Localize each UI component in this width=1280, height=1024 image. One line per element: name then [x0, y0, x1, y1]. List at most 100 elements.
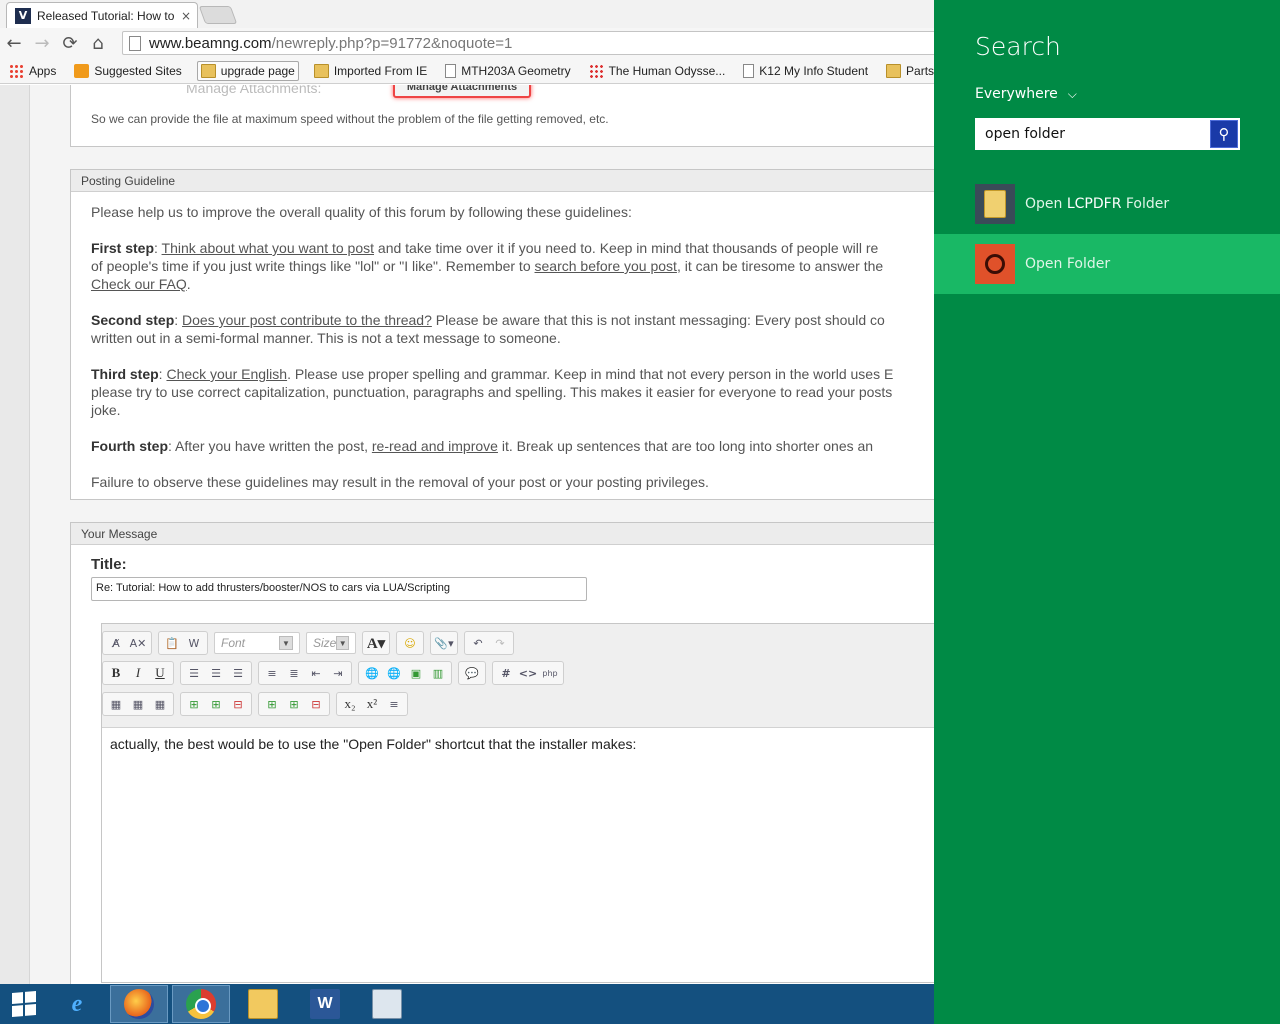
- bookmark-mth203a[interactable]: MTH203A Geometry: [442, 62, 573, 80]
- table-delete-icon[interactable]: ▦: [149, 694, 171, 714]
- align-left-icon[interactable]: ☰: [183, 663, 205, 683]
- bookmark-upgrade-page[interactable]: upgrade page: [196, 60, 299, 81]
- search-button-icon[interactable]: ⚲: [1210, 120, 1238, 148]
- align-right-icon[interactable]: ☰: [227, 663, 249, 683]
- page-icon: [743, 63, 755, 78]
- list-group: ≡ ≣ ⇤ ⇥: [258, 661, 352, 685]
- column-group: ⊞ ⊞ ⊟: [258, 692, 330, 716]
- url-path: /newreply.php?p=91772&noquote=1: [271, 34, 513, 52]
- search-result-lcpdfr-folder[interactable]: Open LCPDFR Folder: [934, 174, 1280, 234]
- insert-row-above-icon[interactable]: ⊞: [183, 694, 205, 714]
- contribute-link[interactable]: Does your post contribute to the thread?: [182, 312, 432, 328]
- attach-icon[interactable]: 📎▾: [433, 633, 455, 653]
- browser-tab[interactable]: V Released Tutorial: How to ×: [6, 2, 198, 28]
- ordered-list-icon[interactable]: ≡: [261, 663, 283, 683]
- reload-button[interactable]: ⟳: [56, 29, 84, 57]
- taskbar-calculator[interactable]: [358, 985, 416, 1023]
- insert-video-icon[interactable]: ▥: [427, 663, 449, 683]
- guideline-step-2: Second step: Does your post contribute t…: [91, 312, 885, 346]
- redo-icon[interactable]: ↷: [489, 633, 511, 653]
- forward-button[interactable]: →: [28, 29, 56, 57]
- hash-icon[interactable]: #: [495, 663, 517, 683]
- tab-close-icon[interactable]: ×: [181, 9, 191, 23]
- table-edit-icon[interactable]: ▦: [127, 694, 149, 714]
- insert-link-icon[interactable]: 🌐: [361, 663, 383, 683]
- start-button[interactable]: [0, 984, 48, 1024]
- manage-attachments-button[interactable]: Manage Attachments: [393, 85, 531, 98]
- taskbar-firefox[interactable]: [110, 985, 168, 1023]
- taskbar-chrome[interactable]: [172, 985, 230, 1023]
- unordered-list-icon[interactable]: ≣: [283, 663, 305, 683]
- posting-guideline-panel: Posting Guideline Please help us to impr…: [70, 169, 934, 500]
- remove-format-icon[interactable]: A̸: [105, 633, 127, 653]
- code-group: # <> php: [492, 661, 564, 685]
- bookmark-human-odyssey[interactable]: The Human Odysse...: [586, 62, 729, 80]
- table-icon[interactable]: ▦: [105, 694, 127, 714]
- guideline-footer: Failure to observe these guidelines may …: [91, 474, 709, 490]
- code-icon[interactable]: <>: [517, 663, 539, 683]
- bookmark-suggested-sites[interactable]: Suggested Sites: [71, 62, 184, 80]
- bookmark-imported-from-ie[interactable]: Imported From IE: [311, 62, 430, 80]
- align-group: ☰ ☰ ☰: [180, 661, 252, 685]
- smilie-icon[interactable]: ☺: [399, 633, 421, 653]
- guideline-step-3: Third step: Check your English. Please u…: [91, 366, 894, 418]
- chevron-down-icon: ▼: [336, 636, 349, 650]
- result-label: Open LCPDFR Folder: [1025, 196, 1170, 212]
- folder-icon: [886, 63, 902, 78]
- superscript-icon[interactable]: x²: [361, 694, 383, 714]
- underline-icon[interactable]: U: [149, 663, 171, 683]
- title-input[interactable]: Re: Tutorial: How to add thrusters/boost…: [91, 577, 587, 601]
- search-box[interactable]: open folder ⚲: [975, 118, 1240, 150]
- align-center-icon[interactable]: ☰: [205, 663, 227, 683]
- subscript-icon[interactable]: x₂: [339, 694, 361, 714]
- url-host: www.beamng.com: [149, 34, 272, 52]
- firefox-icon: [124, 989, 154, 1019]
- search-scope-dropdown[interactable]: Everywhere ⌵: [975, 86, 1077, 102]
- editor-toolbar-row-2: B I U ☰ ☰ ☰ ≡ ≣ ⇤ ⇥ 🌐 🌐 ▣ ▥ 💬 # <> php: [102, 660, 570, 686]
- think-link[interactable]: Think about what you want to post: [162, 240, 374, 256]
- message-body[interactable]: actually, the best would be to use the "…: [110, 736, 636, 752]
- paste-word-icon[interactable]: W: [183, 633, 205, 653]
- back-button[interactable]: ←: [0, 29, 28, 57]
- clear-format-icon[interactable]: A✕: [127, 633, 149, 653]
- size-select[interactable]: Size ▼: [306, 632, 356, 654]
- remove-link-icon[interactable]: 🌐: [383, 663, 405, 683]
- delete-row-icon[interactable]: ⊟: [227, 694, 249, 714]
- bookmark-apps[interactable]: Apps: [6, 62, 59, 80]
- home-button[interactable]: ⌂: [84, 29, 112, 57]
- insert-col-right-icon[interactable]: ⊞: [283, 694, 305, 714]
- search-input[interactable]: open folder: [977, 126, 1210, 142]
- smilie-group: ☺: [396, 631, 424, 655]
- taskbar-word[interactable]: W: [296, 985, 354, 1023]
- italic-icon[interactable]: I: [127, 663, 149, 683]
- delete-col-icon[interactable]: ⊟: [305, 694, 327, 714]
- attach-group: 📎▾: [430, 631, 458, 655]
- indent-icon[interactable]: ⇥: [327, 663, 349, 683]
- bold-icon[interactable]: B: [105, 663, 127, 683]
- bookmark-parts[interactable]: Parts For My: [883, 62, 934, 80]
- horizontal-rule-icon[interactable]: ≡: [383, 694, 405, 714]
- english-link[interactable]: Check your English: [166, 366, 287, 382]
- search-result-open-folder[interactable]: Open Folder: [934, 234, 1280, 294]
- reread-link[interactable]: re-read and improve: [372, 438, 498, 454]
- attachments-panel: Manage Attachments: Manage Attachments S…: [70, 85, 934, 147]
- quote-icon[interactable]: 💬: [461, 663, 483, 683]
- outdent-icon[interactable]: ⇤: [305, 663, 327, 683]
- php-icon[interactable]: php: [539, 663, 561, 683]
- address-bar[interactable]: www.beamng.com/newreply.php?p=91772&noqu…: [122, 31, 934, 55]
- undo-icon[interactable]: ↶: [467, 633, 489, 653]
- text-color-icon[interactable]: A▾: [365, 633, 387, 653]
- search-before-post-link[interactable]: search before you post: [535, 258, 677, 274]
- new-tab-button[interactable]: [198, 6, 238, 24]
- insert-row-below-icon[interactable]: ⊞: [205, 694, 227, 714]
- insert-col-left-icon[interactable]: ⊞: [261, 694, 283, 714]
- insert-image-icon[interactable]: ▣: [405, 663, 427, 683]
- taskbar-file-explorer[interactable]: [234, 985, 292, 1023]
- page-content: Manage Attachments: Manage Attachments S…: [0, 85, 934, 984]
- taskbar-internet-explorer[interactable]: e: [48, 985, 106, 1023]
- font-select[interactable]: Font ▼: [214, 632, 300, 654]
- guideline-step-4: Fourth step: After you have written the …: [91, 438, 874, 454]
- faq-link[interactable]: Check our FAQ: [91, 276, 187, 292]
- bookmark-k12[interactable]: K12 My Info Student: [740, 62, 871, 80]
- paste-icon[interactable]: 📋: [161, 633, 183, 653]
